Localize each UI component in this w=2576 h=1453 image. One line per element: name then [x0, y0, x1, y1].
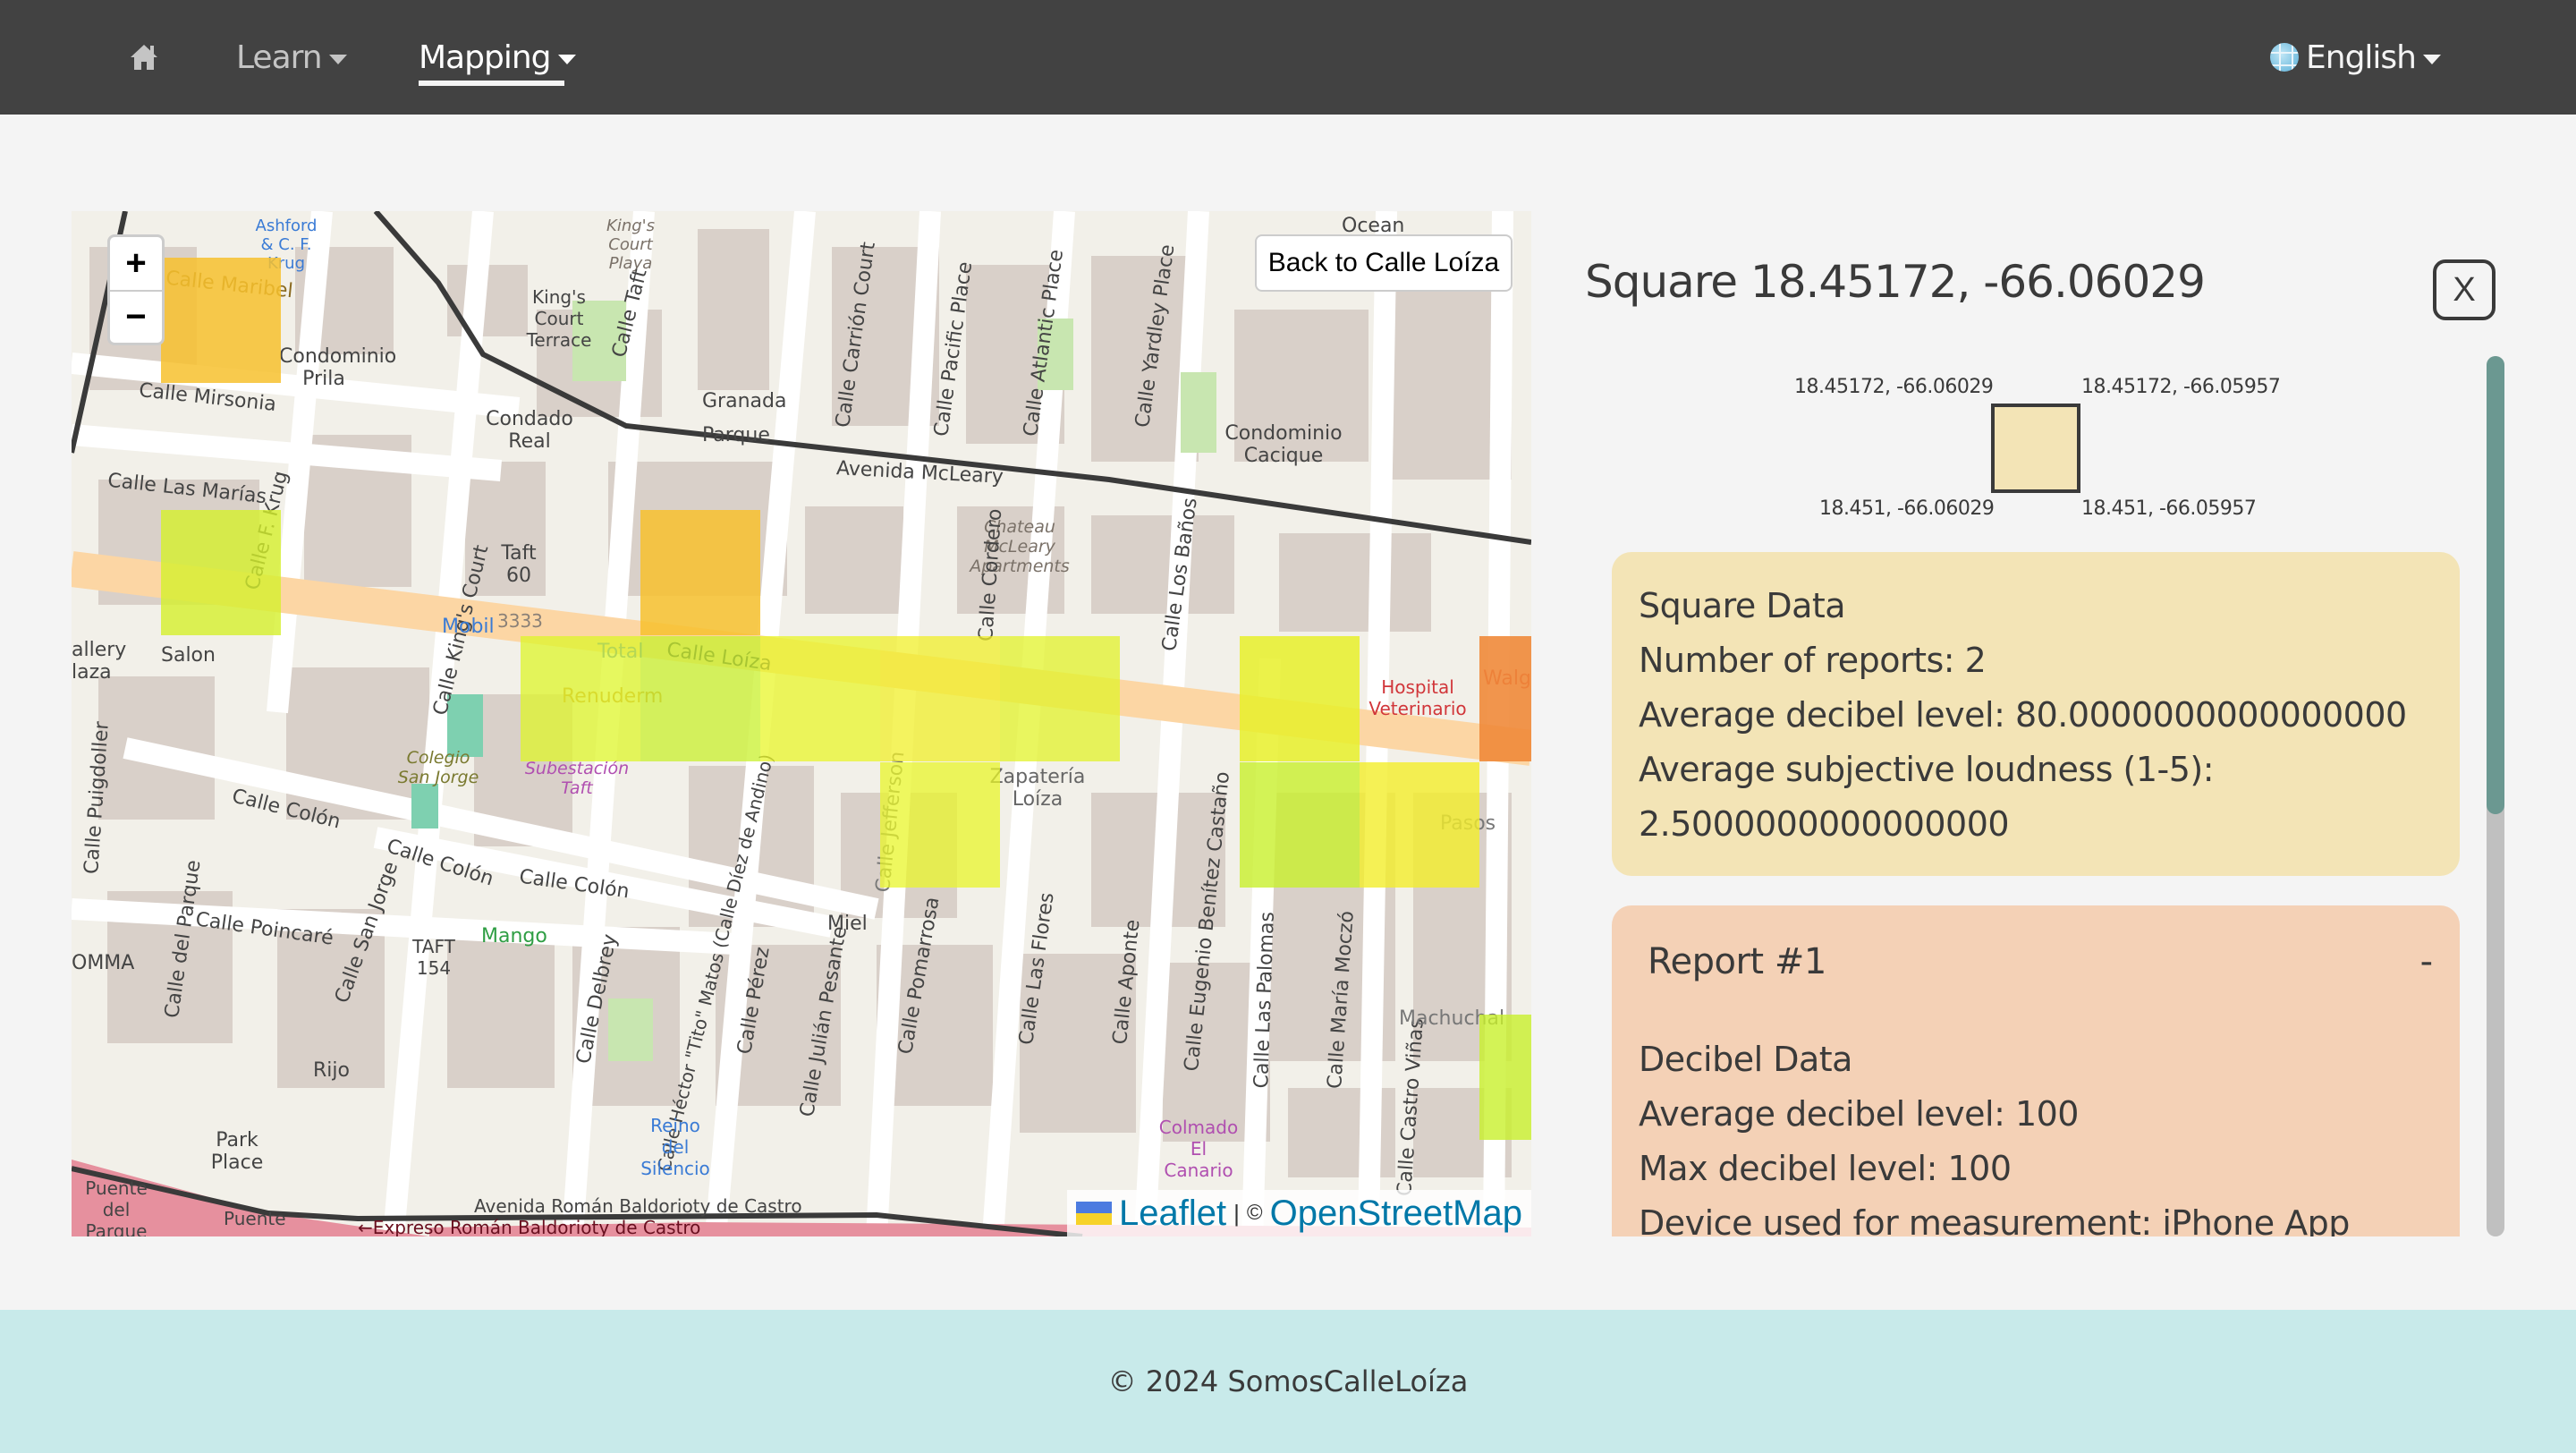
collapse-icon[interactable]: - — [2420, 941, 2433, 982]
language-selector[interactable]: English — [2270, 32, 2441, 82]
back-to-calle-loiza-button[interactable]: Back to Calle Loíza — [1255, 234, 1513, 292]
map-label: Rijo — [313, 1059, 350, 1082]
zoom-control: + − — [107, 234, 165, 345]
map-label: TAFT 154 — [412, 936, 455, 979]
scrollbar-thumb[interactable] — [2487, 356, 2504, 814]
report-card: Report #1 - Decibel Data Average decibel… — [1612, 905, 2460, 1236]
map-label: Mobil — [442, 616, 495, 638]
footer-copyright: © 2024 SomosCalleLoíza — [1107, 1364, 1469, 1398]
report-max-decibel: Max decibel level: 100 — [1639, 1149, 2012, 1188]
ukraine-flag-icon — [1076, 1202, 1113, 1225]
map-label: Parque — [702, 424, 770, 446]
noise-square[interactable] — [880, 636, 1000, 761]
nav-learn-label: Learn — [236, 38, 323, 76]
map-label: OMMA — [72, 952, 135, 974]
nav-mapping-label: Mapping — [419, 38, 551, 76]
map-label: King's Court Playa — [606, 217, 655, 273]
map-label: Puente del Parque — [85, 1177, 148, 1236]
noise-square[interactable] — [1479, 636, 1531, 761]
openstreetmap-link[interactable]: OpenStreetMap — [1270, 1194, 1522, 1234]
map-label: Mango — [481, 925, 547, 947]
panel-scrollbar[interactable] — [2487, 356, 2504, 1236]
map-label: Condominio Prila — [279, 345, 397, 390]
report-device: Device used for measurement: iPhone App — [1639, 1203, 2350, 1236]
average-loudness-value: 2.5000000000000000 — [1639, 804, 2010, 844]
square-data-heading: Square Data — [1639, 586, 1846, 625]
nav-home[interactable] — [129, 32, 159, 82]
copyright-symbol: © — [1246, 1201, 1263, 1225]
home-icon — [131, 45, 157, 70]
noise-square[interactable] — [161, 258, 281, 383]
caret-down-icon — [557, 54, 576, 64]
map-label: Colegio San Jorge — [397, 748, 479, 787]
map-label: Condado Real — [486, 408, 573, 453]
noise-square[interactable] — [1240, 762, 1360, 888]
map-label: Zapatería Loíza — [989, 766, 1086, 811]
map-label: ←Expreso Román Baldorioty de Castro — [358, 1217, 701, 1236]
map-label: 3333 — [497, 610, 543, 632]
active-nav-underline — [419, 81, 564, 86]
noise-square[interactable] — [1000, 636, 1120, 761]
map-label: Salon — [161, 644, 216, 667]
map-label: allery laza — [72, 639, 127, 684]
report-average-decibel: Average decibel level: 100 — [1639, 1094, 2079, 1134]
map-label: Avenida Román Baldorioty de Castro — [474, 1195, 802, 1217]
report-header-toggle[interactable]: Report #1 - — [1639, 941, 2433, 982]
zoom-in-button[interactable]: + — [110, 237, 162, 290]
number-of-reports: Number of reports: 2 — [1639, 641, 1987, 680]
map-view[interactable]: Calle Mirsonia Calle Las Marías Calle Ma… — [72, 211, 1531, 1236]
report-title: Report #1 — [1648, 941, 1826, 982]
map-label: Reino del Silencio — [640, 1115, 710, 1179]
panel-scroll-area[interactable]: Square Data Number of reports: 2 Average… — [1612, 356, 2515, 1236]
map-label: Hospital Veterinario — [1368, 676, 1467, 719]
zoom-out-button[interactable]: − — [110, 290, 162, 343]
noise-square[interactable] — [640, 510, 760, 635]
map-label: Colmado El Canario — [1158, 1117, 1239, 1181]
map-label: Taft 60 — [501, 542, 537, 587]
noise-square[interactable] — [1240, 636, 1360, 761]
attribution-separator: | — [1233, 1199, 1240, 1227]
map-label: Subestación Taft — [524, 759, 630, 798]
square-data-card: Square Data Number of reports: 2 Average… — [1612, 552, 2460, 876]
noise-square[interactable] — [880, 762, 1000, 888]
caret-down-icon — [2423, 54, 2441, 64]
nav-learn-dropdown[interactable]: Learn — [236, 32, 347, 82]
leaflet-link[interactable]: Leaflet — [1119, 1194, 1226, 1234]
globe-icon — [2270, 43, 2299, 72]
average-decibel-level: Average decibel level: 80.00000000000000… — [1639, 695, 2407, 735]
nav-mapping-dropdown[interactable]: Mapping — [419, 32, 576, 82]
footer: © 2024 SomosCalleLoíza — [0, 1310, 2576, 1453]
noise-square[interactable] — [640, 636, 760, 761]
average-loudness-label: Average subjective loudness (1-5): — [1639, 750, 2215, 789]
language-label: English — [2306, 38, 2417, 76]
map-label: Park Place — [210, 1129, 264, 1174]
map-label: King's Court Terrace — [526, 286, 592, 351]
noise-square[interactable] — [521, 636, 640, 761]
map-label: Granada — [702, 390, 787, 412]
map-label: Puente — [224, 1208, 286, 1229]
caret-down-icon — [328, 54, 347, 64]
noise-square[interactable] — [1479, 1015, 1531, 1140]
top-navbar: Learn Mapping English — [0, 0, 2576, 115]
noise-square[interactable] — [760, 636, 880, 761]
noise-square[interactable] — [1360, 762, 1479, 888]
noise-square[interactable] — [161, 510, 281, 635]
close-panel-button[interactable]: X — [2433, 259, 2496, 320]
map-label: Condominio Cacique — [1224, 422, 1343, 467]
map-attribution: Leaflet | © OpenStreetMap — [1067, 1190, 1531, 1236]
map-label: Miel — [827, 913, 868, 935]
decibel-data-heading: Decibel Data — [1639, 1040, 1852, 1079]
square-title: Square 18.45172, -66.06029 — [1585, 256, 2206, 308]
